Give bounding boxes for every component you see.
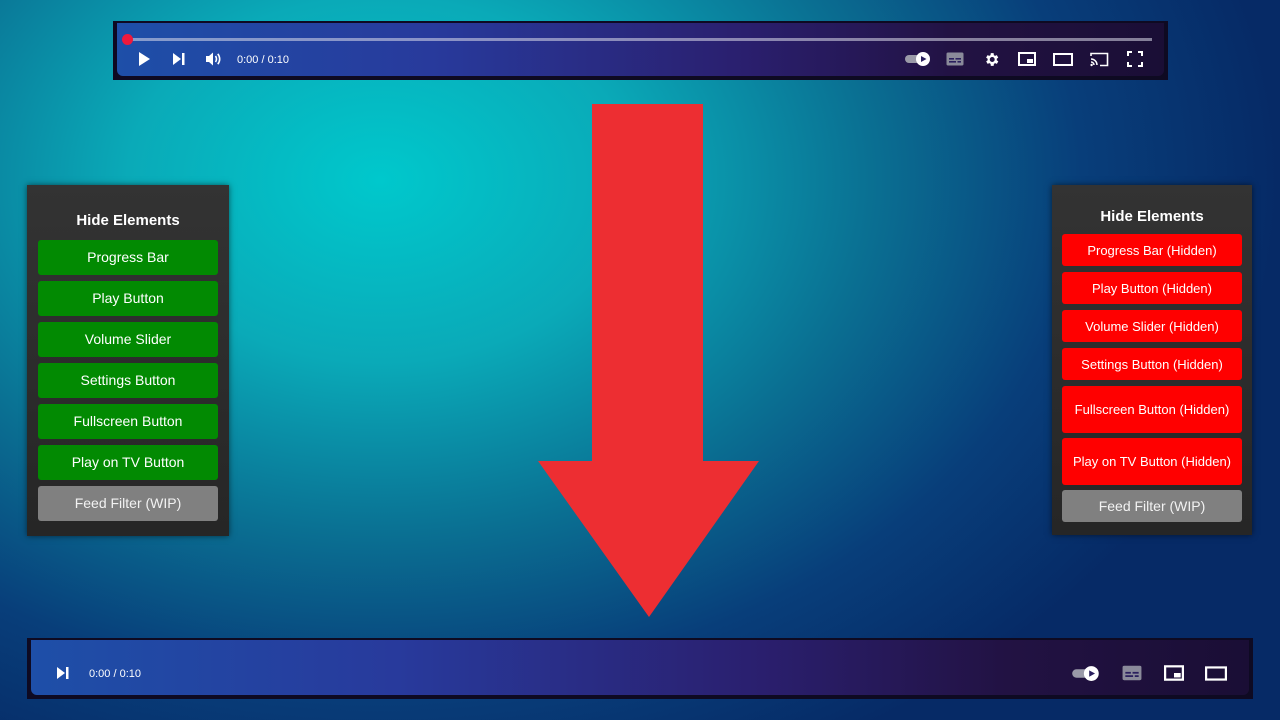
feed-filter-button[interactable]: Feed Filter (WIP) xyxy=(1062,490,1242,522)
theater-mode-button[interactable] xyxy=(1050,46,1076,72)
hide-elements-panel-before: Hide Elements Progress Bar Play Button V… xyxy=(27,185,229,536)
player-control-bar: 0:00 / 0:10 xyxy=(117,23,1164,76)
panel-title: Hide Elements xyxy=(1100,208,1204,225)
theater-mode-icon xyxy=(1205,665,1227,681)
toggle-play-on-tv-button-button[interactable]: Play on TV Button (Hidden) xyxy=(1062,438,1242,485)
feed-filter-button[interactable]: Feed Filter (WIP) xyxy=(38,486,218,521)
time-display: 0:00 / 0:10 xyxy=(237,54,289,66)
next-icon xyxy=(57,667,69,679)
progress-bar[interactable] xyxy=(127,38,1152,41)
cast-icon xyxy=(1089,52,1108,66)
theater-mode-icon xyxy=(1053,52,1073,66)
theater-mode-button[interactable] xyxy=(1203,660,1229,686)
next-button[interactable] xyxy=(50,660,76,686)
autoplay-toggle-icon xyxy=(905,52,930,66)
miniplayer-button[interactable] xyxy=(1014,46,1040,72)
video-player-controls-before: 0:00 / 0:10 xyxy=(113,21,1168,80)
settings-button[interactable] xyxy=(978,46,1004,72)
panel-title: Hide Elements xyxy=(76,212,180,229)
autoplay-toggle[interactable] xyxy=(1071,660,1101,686)
volume-button[interactable] xyxy=(201,46,227,72)
video-player-controls-after: 0:00 / 0:10 xyxy=(27,638,1253,699)
settings-icon xyxy=(985,52,998,66)
toggle-progress-bar-button[interactable]: Progress Bar xyxy=(38,240,218,275)
play-icon xyxy=(139,52,150,66)
autoplay-toggle[interactable] xyxy=(903,46,933,72)
hide-elements-panel-after: Hide Elements Progress Bar (Hidden) Play… xyxy=(1052,185,1252,535)
fullscreen-icon xyxy=(1127,51,1143,67)
toggle-settings-button-button[interactable]: Settings Button (Hidden) xyxy=(1062,348,1242,380)
subtitles-button[interactable] xyxy=(1119,660,1145,686)
autoplay-toggle-icon xyxy=(1072,665,1099,681)
next-icon xyxy=(173,53,185,65)
toggle-progress-bar-button[interactable]: Progress Bar (Hidden) xyxy=(1062,234,1242,266)
play-button[interactable] xyxy=(131,46,157,72)
progress-scrubber[interactable] xyxy=(122,34,133,45)
miniplayer-icon xyxy=(1164,665,1184,681)
toggle-volume-slider-button[interactable]: Volume Slider (Hidden) xyxy=(1062,310,1242,342)
volume-icon xyxy=(206,52,221,66)
toggle-play-button-button[interactable]: Play Button xyxy=(38,281,218,316)
toggle-fullscreen-button-button[interactable]: Fullscreen Button (Hidden) xyxy=(1062,386,1242,433)
toggle-play-on-tv-button-button[interactable]: Play on TV Button xyxy=(38,445,218,480)
toggle-play-button-button[interactable]: Play Button (Hidden) xyxy=(1062,272,1242,304)
cast-button[interactable] xyxy=(1086,46,1112,72)
subtitles-icon xyxy=(1122,665,1142,681)
subtitles-icon xyxy=(946,52,964,66)
toggle-settings-button-button[interactable]: Settings Button xyxy=(38,363,218,398)
next-button[interactable] xyxy=(166,46,192,72)
toggle-fullscreen-button-button[interactable]: Fullscreen Button xyxy=(38,404,218,439)
subtitles-button[interactable] xyxy=(942,46,968,72)
player-control-bar: 0:00 / 0:10 xyxy=(31,640,1249,695)
toggle-volume-slider-button[interactable]: Volume Slider xyxy=(38,322,218,357)
miniplayer-icon xyxy=(1018,52,1036,66)
miniplayer-button[interactable] xyxy=(1161,660,1187,686)
fullscreen-button[interactable] xyxy=(1122,46,1148,72)
down-arrow xyxy=(538,104,759,617)
time-display: 0:00 / 0:10 xyxy=(89,668,141,680)
